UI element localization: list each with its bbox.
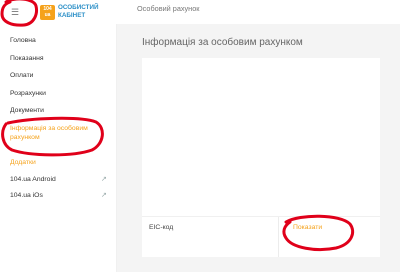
logo-text[interactable]: ОСОБИСТИЙ КАБІНЕТ [58,4,120,20]
sidebar-item-payments[interactable]: Оплати [10,71,114,80]
app-link-android[interactable]: 104.ua Android ↗ [10,176,110,183]
top-bar: ☰ 104 ua ОСОБИСТИЙ КАБІНЕТ Особовий раху… [0,0,400,25]
external-link-icon: ↗ [101,192,107,199]
row-divider [278,217,279,257]
app-link-ios-label: 104.ua iOs [10,192,43,199]
sidebar-item-home[interactable]: Головна [10,36,114,45]
eic-row [142,216,380,257]
show-button[interactable]: Показати [293,224,322,231]
sidebar-item-calculations[interactable]: Розрахунки [10,89,114,98]
hamburger-icon: ☰ [10,6,20,17]
eic-label: ЕІС-код [149,224,174,231]
sidebar-item-documents[interactable]: Документи [10,106,114,115]
app-link-ios[interactable]: 104.ua iOs ↗ [10,192,110,199]
menu-button[interactable]: ☰ [4,3,26,21]
logo-text-line2: КАБІНЕТ [58,12,86,19]
sidebar-item-account-info[interactable]: Інформація за особовим рахунком [10,124,96,142]
app-link-android-label: 104.ua Android [10,176,56,183]
page-title: Особовий рахунок [137,4,200,13]
info-card [142,58,380,218]
apps-heading: Додатки [10,159,36,166]
section-title: Інформація за особовим рахунком [142,37,303,48]
logo-text-line1: ОСОБИСТИЙ [58,4,99,11]
logo-badge-text: 104 ua [43,6,52,18]
logo-badge[interactable]: 104 ua [40,5,55,20]
sidebar-item-readings[interactable]: Показання [10,54,114,63]
external-link-icon: ↗ [101,176,107,183]
